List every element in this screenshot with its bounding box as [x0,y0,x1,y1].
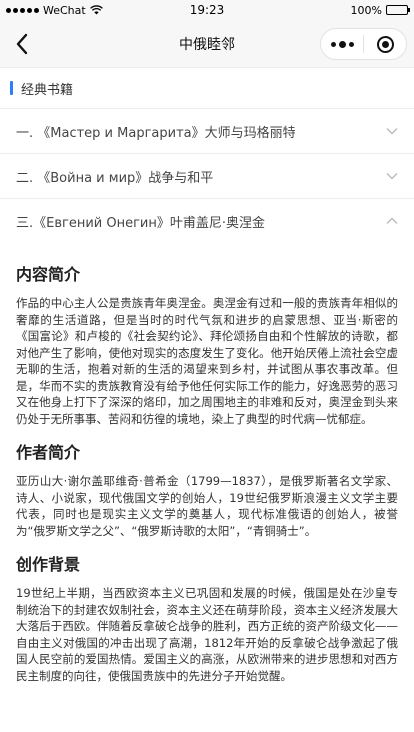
book-accordion: 一. 《Мастер и Маргарита》大师与玛格丽特 二. 《Война… [0,108,414,684]
book-item-3: 三.《Евгений Онегин》叶甫盖尼·奥涅金 内容简介 作品的中心主人公… [0,199,414,684]
signal-icon [6,7,39,13]
battery-group: 100% [350,3,410,17]
battery-percent: 100% [350,3,382,17]
background-heading: 创作背景 [16,555,81,574]
back-button[interactable] [8,30,36,58]
carrier-group: WeChat [6,4,103,17]
miniprogram-capsule [320,28,407,60]
close-button[interactable] [364,29,406,59]
author-text: 亚历山大·谢尔盖耶维奇·普希金（1799—1837），是俄罗斯著名文学家、诗人、… [16,474,398,538]
more-button[interactable] [321,29,363,59]
intro-heading: 内容简介 [16,265,81,284]
background-text: 19世纪上半期，当西欧资本主义已巩固和发展的时候，俄国是处在沙皇专制统治下的封建… [16,586,398,683]
book-header-2[interactable]: 二. 《Война и мир》战争与和平 [0,154,414,198]
more-dots-icon [330,40,354,48]
wifi-icon [89,5,103,15]
book-title: 三.《Евгений Онегин》叶甫盖尼·奥涅金 [16,215,266,231]
chevron-up-icon [386,215,398,227]
page-title: 中俄睦邻 [179,36,235,53]
section-accent-bar [10,81,13,95]
chevron-down-icon [386,170,398,182]
intro-text: 作品的中心主人公是贵族青年奥涅金。奥涅金有过和一般的贵族青年相似的奢靡的生活道路… [16,296,398,426]
book-detail: 内容简介 作品的中心主人公是贵族青年奥涅金。奥涅金有过和一般的贵族青年相似的奢靡… [0,243,414,684]
chevron-down-icon [386,125,398,137]
target-close-icon [376,35,394,53]
chevron-left-icon [16,33,28,55]
book-item-2: 二. 《Война и мир》战争与和平 [0,154,414,199]
book-header-1[interactable]: 一. 《Мастер и Маргарита》大师与玛格丽特 [0,109,414,153]
book-title: 二. 《Война и мир》战争与和平 [16,170,214,186]
section-title: 经典书籍 [21,82,74,98]
book-header-3[interactable]: 三.《Евгений Онегин》叶甫盖尼·奥涅金 [0,199,414,243]
status-bar: WeChat 19:23 100% [0,0,414,20]
author-heading: 作者简介 [16,443,81,462]
nav-bar: 中俄睦邻 [0,20,414,68]
section-header: 经典书籍 [0,68,414,108]
book-title: 一. 《Мастер и Маргарита》大师与玛格丽特 [16,125,296,141]
battery-icon [386,5,410,15]
carrier-label: WeChat [43,3,86,17]
book-item-1: 一. 《Мастер и Маргарита》大师与玛格丽特 [0,109,414,154]
